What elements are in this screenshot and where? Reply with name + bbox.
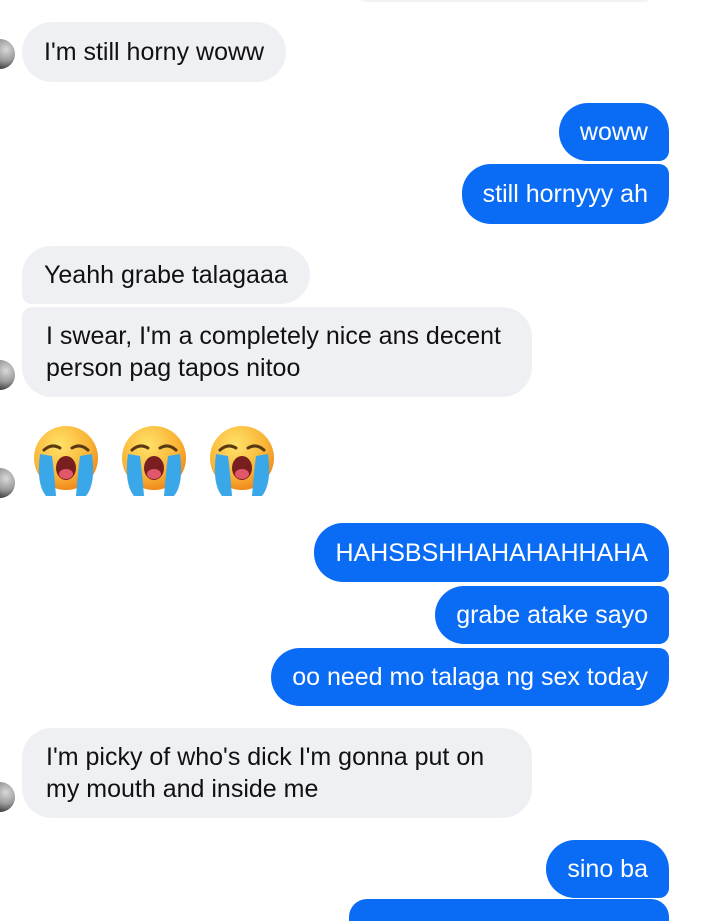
outgoing-message[interactable]: HAHSBSHHAHAHAHHAHA	[314, 523, 669, 582]
outgoing-message[interactable]: grabe atake sayo	[435, 586, 669, 644]
message-text: oo need mo talaga ng sex today	[292, 663, 648, 691]
message-text: I'm picky of who's dick I'm gonna put on…	[46, 743, 485, 803]
message-text: I swear, I'm a completely nice ans decen…	[46, 322, 501, 382]
outgoing-message[interactable]: sino ba	[546, 840, 669, 898]
incoming-message[interactable]: Yeahh grabe talagaaa	[22, 246, 310, 304]
loudly-crying-face-icon	[210, 426, 274, 496]
emoji-message[interactable]	[26, 420, 282, 500]
message-text: HAHSBSHHAHAHAHHAHA	[335, 538, 648, 567]
outgoing-message[interactable]: woww	[558, 103, 669, 161]
next-message-edge	[349, 899, 669, 921]
message-text: I'm still horny woww	[44, 38, 265, 66]
incoming-message[interactable]: I'm picky of who's dick I'm gonna put on…	[22, 728, 532, 818]
incoming-message[interactable]: I'm still horny woww	[22, 22, 287, 82]
outgoing-message[interactable]: still hornyyy ah	[461, 164, 669, 224]
contact-avatar[interactable]	[0, 39, 15, 69]
incoming-message[interactable]: I swear, I'm a completely nice ans decen…	[22, 307, 532, 397]
previous-message-edge	[355, 0, 655, 2]
contact-avatar[interactable]	[0, 360, 15, 390]
outgoing-message[interactable]: oo need mo talaga ng sex today	[271, 648, 669, 706]
message-text: still hornyyy ah	[482, 180, 648, 208]
message-text: woww	[579, 118, 648, 146]
contact-avatar[interactable]	[0, 468, 15, 498]
contact-avatar[interactable]	[0, 782, 15, 812]
message-text: Yeahh grabe talagaaa	[44, 261, 288, 289]
loudly-crying-face-icon	[122, 426, 186, 496]
loudly-crying-face-icon	[34, 426, 98, 496]
message-text: sino ba	[567, 855, 648, 883]
message-text: grabe atake sayo	[456, 601, 648, 629]
